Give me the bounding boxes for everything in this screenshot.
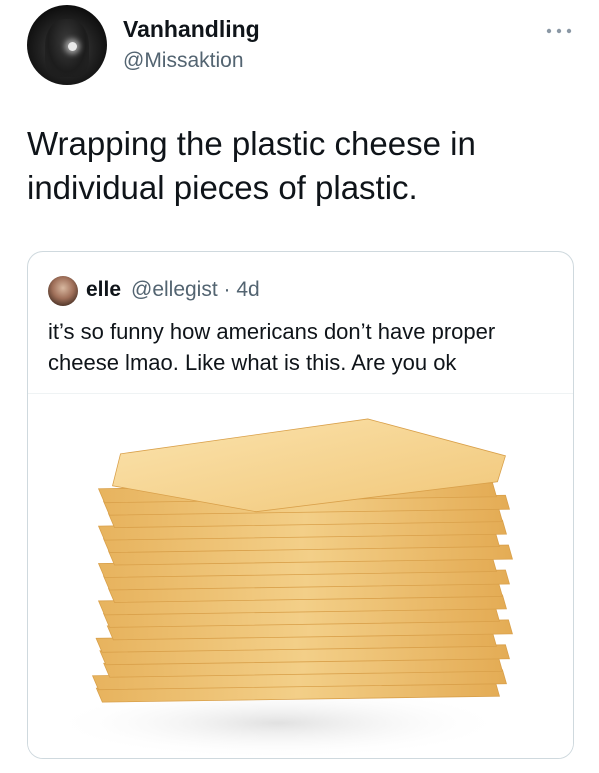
tweet-header: Vanhandling @Missaktion (0, 0, 599, 100)
quoted-tweet[interactable]: elle @ellegist · 4d it’s so funny how am… (27, 251, 574, 759)
quoted-user-display-name[interactable]: elle (86, 278, 121, 302)
quoted-user-handle-and-time: @ellegist · 4d (131, 278, 260, 301)
avatar-figure (45, 19, 89, 77)
more-options-icon[interactable] (544, 24, 574, 38)
avatar-glow (68, 42, 77, 51)
quoted-user-avatar[interactable] (48, 276, 78, 306)
user-display-name[interactable]: Vanhandling (123, 16, 260, 43)
tweet-text: Wrapping the plastic cheese in individua… (27, 125, 476, 206)
cheese-slices-image[interactable] (28, 393, 574, 759)
quoted-tweet-text: it’s so funny how americans don’t have p… (48, 319, 496, 375)
user-handle[interactable]: @Missaktion (123, 49, 244, 73)
user-avatar[interactable] (27, 5, 107, 85)
